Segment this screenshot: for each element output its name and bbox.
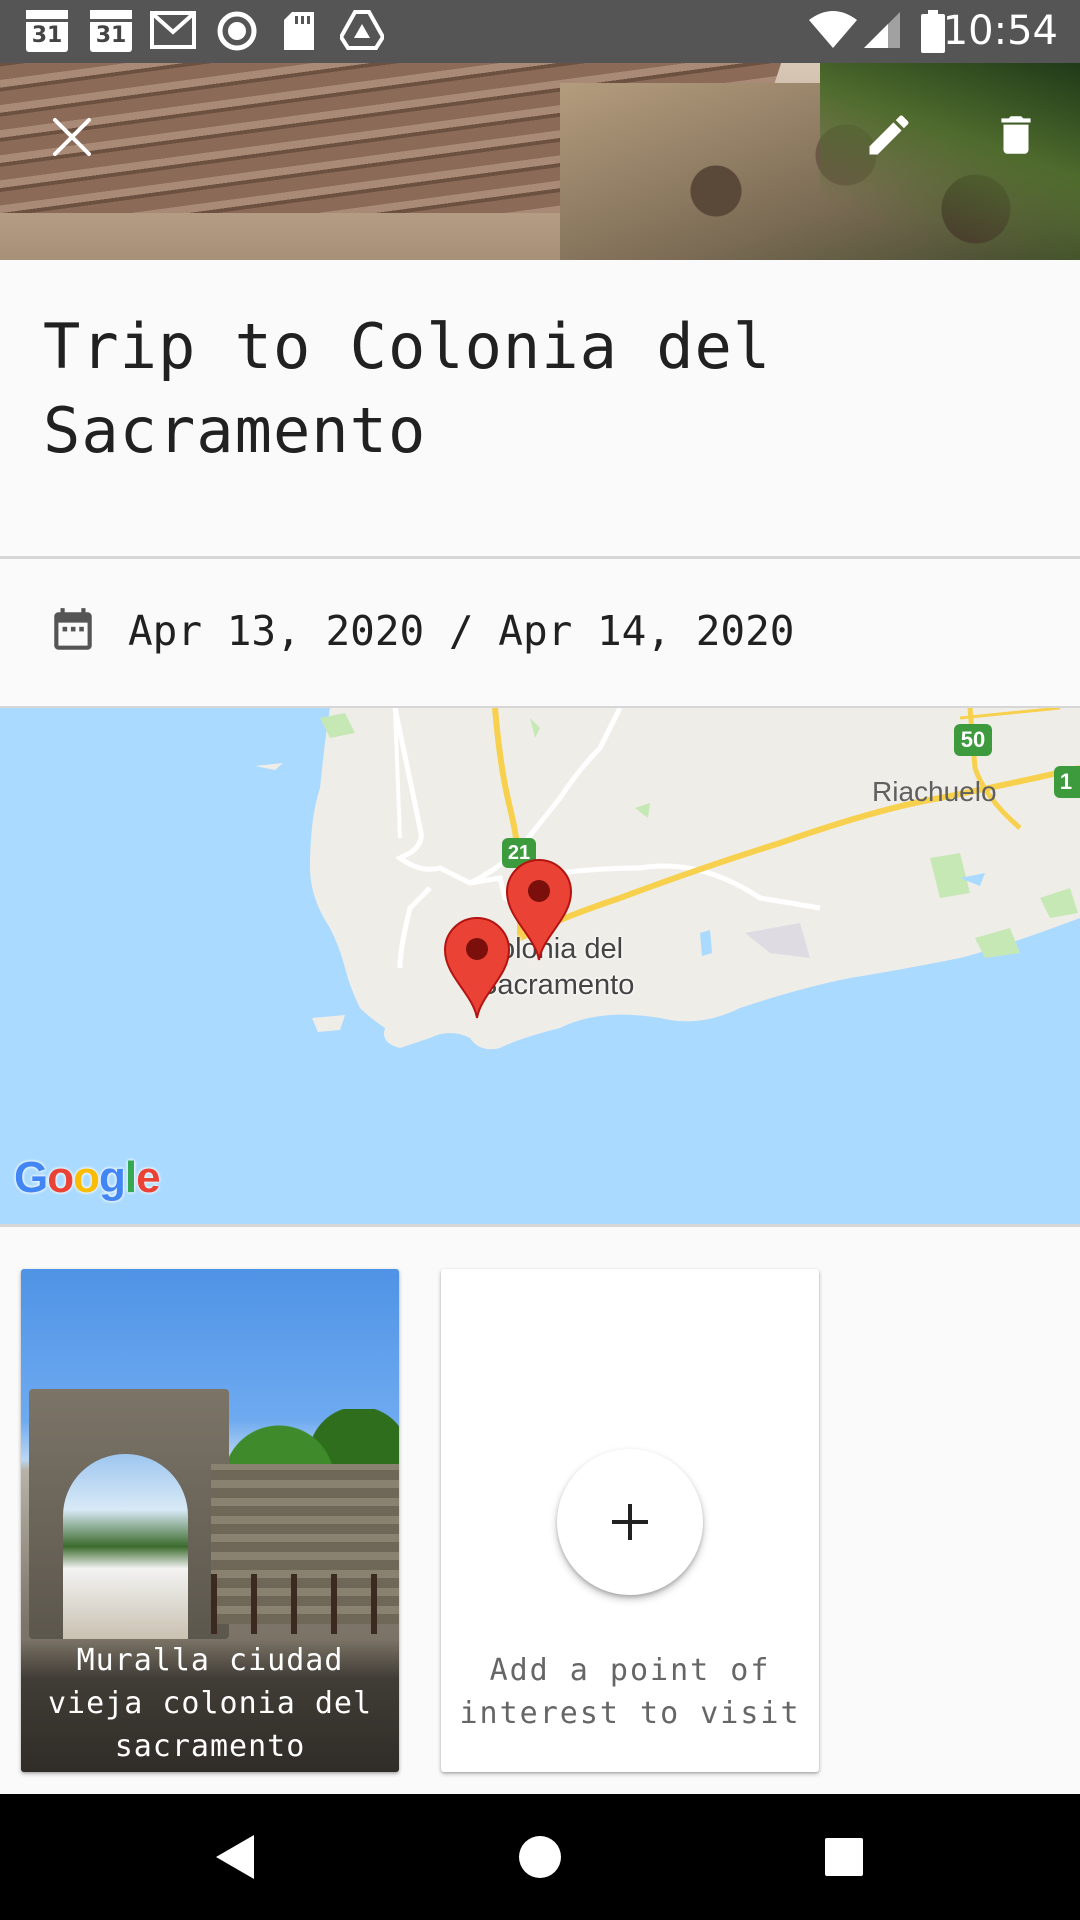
map-marker[interactable] xyxy=(505,856,573,964)
plus-icon xyxy=(612,1504,648,1540)
map-place-label: Riachuelo xyxy=(872,776,997,807)
trip-dates-row[interactable]: Apr 13, 2020 / Apr 14, 2020 xyxy=(48,603,794,659)
poi-card[interactable]: Muralla ciudad vieja colonia del sacrame… xyxy=(21,1269,399,1772)
add-poi-card[interactable]: Add a point of interest to visit xyxy=(441,1269,819,1772)
trip-cover-photo xyxy=(0,63,1080,260)
navigation-bar xyxy=(0,1794,1080,1920)
record-icon xyxy=(217,11,257,51)
delete-button[interactable] xyxy=(980,99,1052,171)
close-button[interactable] xyxy=(36,101,108,173)
poi-photo-railing xyxy=(211,1574,399,1634)
poi-photo-arch xyxy=(63,1454,188,1639)
calendar-icon: 31 xyxy=(90,10,132,52)
recents-button[interactable] xyxy=(809,1822,879,1892)
status-bar: 31 31 10:54 xyxy=(0,0,1080,63)
cell-signal-icon xyxy=(864,12,900,48)
edit-button[interactable] xyxy=(853,99,925,171)
add-poi-label: Add a point of interest to visit xyxy=(459,1653,801,1731)
trip-dates: Apr 13, 2020 / Apr 14, 2020 xyxy=(128,607,795,655)
back-button[interactable] xyxy=(200,1822,270,1892)
gmail-icon xyxy=(150,11,196,49)
divider xyxy=(0,1224,1080,1227)
road-shield: 50 xyxy=(954,724,992,756)
home-button[interactable] xyxy=(505,1822,575,1892)
drive-icon xyxy=(340,10,384,50)
calendar-icon xyxy=(54,608,92,650)
close-icon xyxy=(53,118,91,156)
sd-card-icon xyxy=(284,12,314,50)
google-logo: Google xyxy=(14,1153,161,1202)
edit-icon xyxy=(869,115,909,155)
trip-map[interactable]: 50 21 1 Riachuelo Colonia del Sacramento… xyxy=(0,708,1080,1224)
add-poi-button[interactable] xyxy=(557,1449,703,1595)
calendar-icon: 31 xyxy=(26,10,68,52)
map-marker[interactable] xyxy=(443,914,511,1022)
delete-icon xyxy=(1001,116,1031,154)
road-shield: 1 xyxy=(1054,766,1080,798)
home-icon xyxy=(519,1836,561,1878)
back-icon xyxy=(216,1835,254,1879)
status-time: 10:54 xyxy=(942,8,1058,54)
trip-title[interactable]: Trip to Colonia del Sacramento xyxy=(43,305,1003,473)
wifi-icon xyxy=(809,11,857,48)
recents-icon xyxy=(825,1838,863,1876)
poi-name: Muralla ciudad vieja colonia del sacrame… xyxy=(21,1639,399,1772)
divider xyxy=(0,556,1080,559)
